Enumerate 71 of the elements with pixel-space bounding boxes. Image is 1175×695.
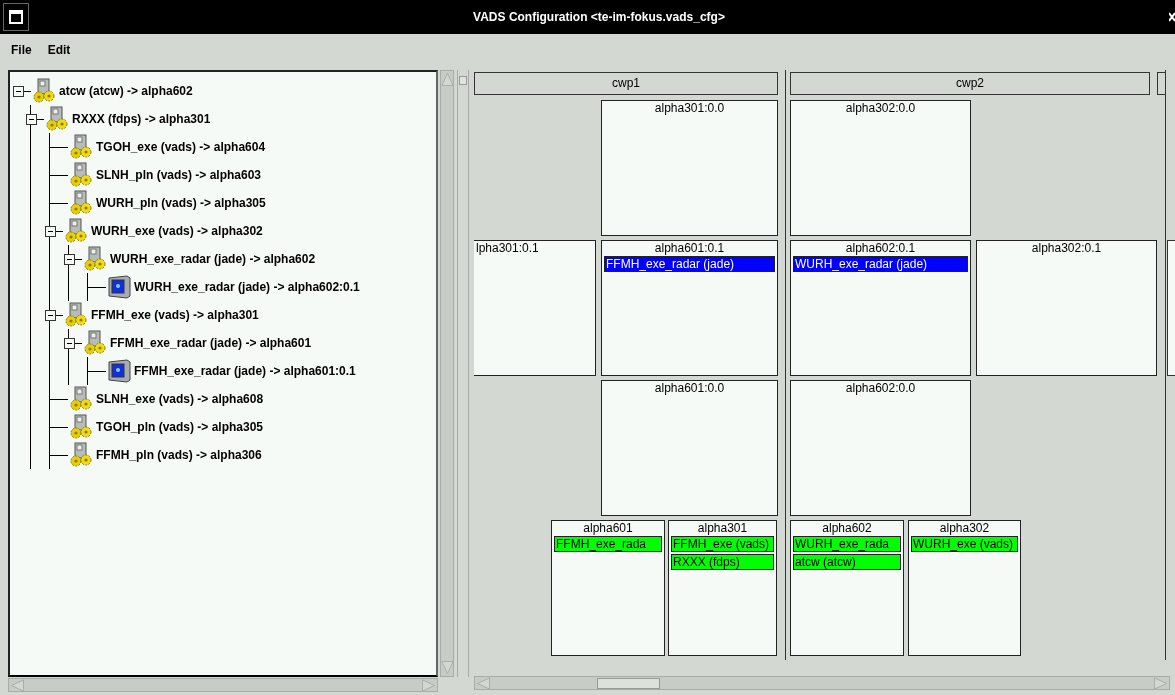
task-item[interactable]: FFMH_exe_rada <box>554 536 662 552</box>
collapse-toggle[interactable] <box>13 85 24 97</box>
tree-item[interactable]: SLNH_exe (vads) -> alpha608 <box>96 392 264 406</box>
menu-item[interactable]: File <box>11 43 32 57</box>
display-label: alpha602 <box>821 521 873 536</box>
task-item[interactable]: FFMH_exe (vads) <box>671 536 774 552</box>
display-label: alpha301 <box>696 521 749 536</box>
column-header: cwp1 <box>474 72 778 95</box>
tree-item[interactable]: FFMH_exe_radar (jade) -> alpha601:0.1 <box>134 364 356 378</box>
gear-box-icon <box>63 218 89 244</box>
tree-item[interactable]: SLNH_pln (vads) -> alpha603 <box>96 168 262 182</box>
window-menu-button[interactable] <box>3 3 29 31</box>
scroll-right-button[interactable] <box>1153 676 1169 690</box>
tree-item[interactable]: FFMH_exe_radar (jade) -> alpha601 <box>110 336 312 350</box>
horizontal-scrollbar[interactable] <box>8 678 438 692</box>
tree-item[interactable]: FFMH_pln (vads) -> alpha306 <box>96 448 262 462</box>
vertical-scrollbar[interactable] <box>440 70 454 677</box>
task-item[interactable]: WURH_exe (vads) <box>911 536 1018 552</box>
scroll-left-button[interactable] <box>475 676 491 690</box>
collapse-toggle[interactable] <box>64 253 75 265</box>
gear-box-icon <box>68 162 94 188</box>
collapse-toggle[interactable] <box>64 337 75 349</box>
scrollbar-thumb[interactable] <box>597 678 660 689</box>
monitor-icon <box>106 358 132 384</box>
display-label: alpha601:0.1 <box>653 241 726 256</box>
scroll-up-button[interactable] <box>441 71 454 87</box>
gear-box-icon <box>68 190 94 216</box>
gear-box-icon <box>68 414 94 440</box>
task-item[interactable]: WURH_exe_rada <box>793 536 901 552</box>
display-label: alpha302:0.1 <box>1030 241 1103 256</box>
tree-item[interactable]: WURH_exe (vads) -> alpha302 <box>91 224 263 238</box>
tree-item[interactable]: WURH_exe_radar (jade) -> alpha602 <box>110 252 316 266</box>
splitter[interactable] <box>457 70 469 677</box>
collapse-toggle[interactable] <box>45 225 56 237</box>
gear-box-icon <box>82 246 108 272</box>
window-title: VADS Configuration <te-im-fokus.vads_cfg> <box>472 10 726 24</box>
gear-box-icon <box>68 442 94 468</box>
horizontal-scrollbar[interactable] <box>474 676 1170 690</box>
close-icon[interactable] <box>1169 11 1175 23</box>
collapse-toggle[interactable] <box>45 309 56 321</box>
tree-item[interactable]: TGOH_pln (vads) -> alpha305 <box>96 420 264 434</box>
collapse-toggle[interactable] <box>26 113 37 125</box>
column-header: cwp2 <box>790 72 1150 95</box>
gear-box-icon <box>44 106 70 132</box>
gear-box-icon <box>82 330 108 356</box>
menu-item[interactable]: Edit <box>47 43 71 57</box>
gear-box-icon <box>31 78 57 104</box>
splitter-handle[interactable] <box>459 76 467 85</box>
gear-box-icon <box>63 302 89 328</box>
display-label: alpha601:0.0 <box>653 381 726 396</box>
task-item[interactable]: atcw (atcw) <box>793 554 901 570</box>
task-item[interactable]: RXXX (fdps) <box>671 554 774 570</box>
tree-item[interactable]: FFMH_exe (vads) -> alpha301 <box>91 308 259 322</box>
display-label: alpha302 <box>938 521 991 536</box>
gear-box-icon <box>68 134 94 160</box>
task-item[interactable]: FFMH_exe_radar (jade) <box>604 256 775 272</box>
tree-item[interactable]: WURH_pln (vads) -> alpha305 <box>96 196 266 210</box>
display-label: alpha301:0.0 <box>653 101 726 116</box>
display-label: alpha602:0.1 <box>844 241 917 256</box>
display-label: lpha301:0.1 <box>476 241 540 256</box>
display-label: alpha302:0.0 <box>844 101 917 116</box>
tree-item[interactable]: RXXX (fdps) -> alpha301 <box>72 112 211 126</box>
task-item[interactable]: WURH_exe_radar (jade) <box>793 256 968 272</box>
gear-box-icon <box>68 386 94 412</box>
scroll-down-button[interactable] <box>441 660 454 676</box>
display-label: alpha602:0.0 <box>844 381 917 396</box>
tree-item[interactable]: TGOH_exe (vads) -> alpha604 <box>96 140 266 154</box>
display-label: alpha601 <box>582 521 634 536</box>
tree-item[interactable]: atcw (atcw) -> alpha602 <box>59 84 193 98</box>
tree-item[interactable]: WURH_exe_radar (jade) -> alpha602:0.1 <box>134 280 360 294</box>
monitor-icon <box>106 274 132 300</box>
